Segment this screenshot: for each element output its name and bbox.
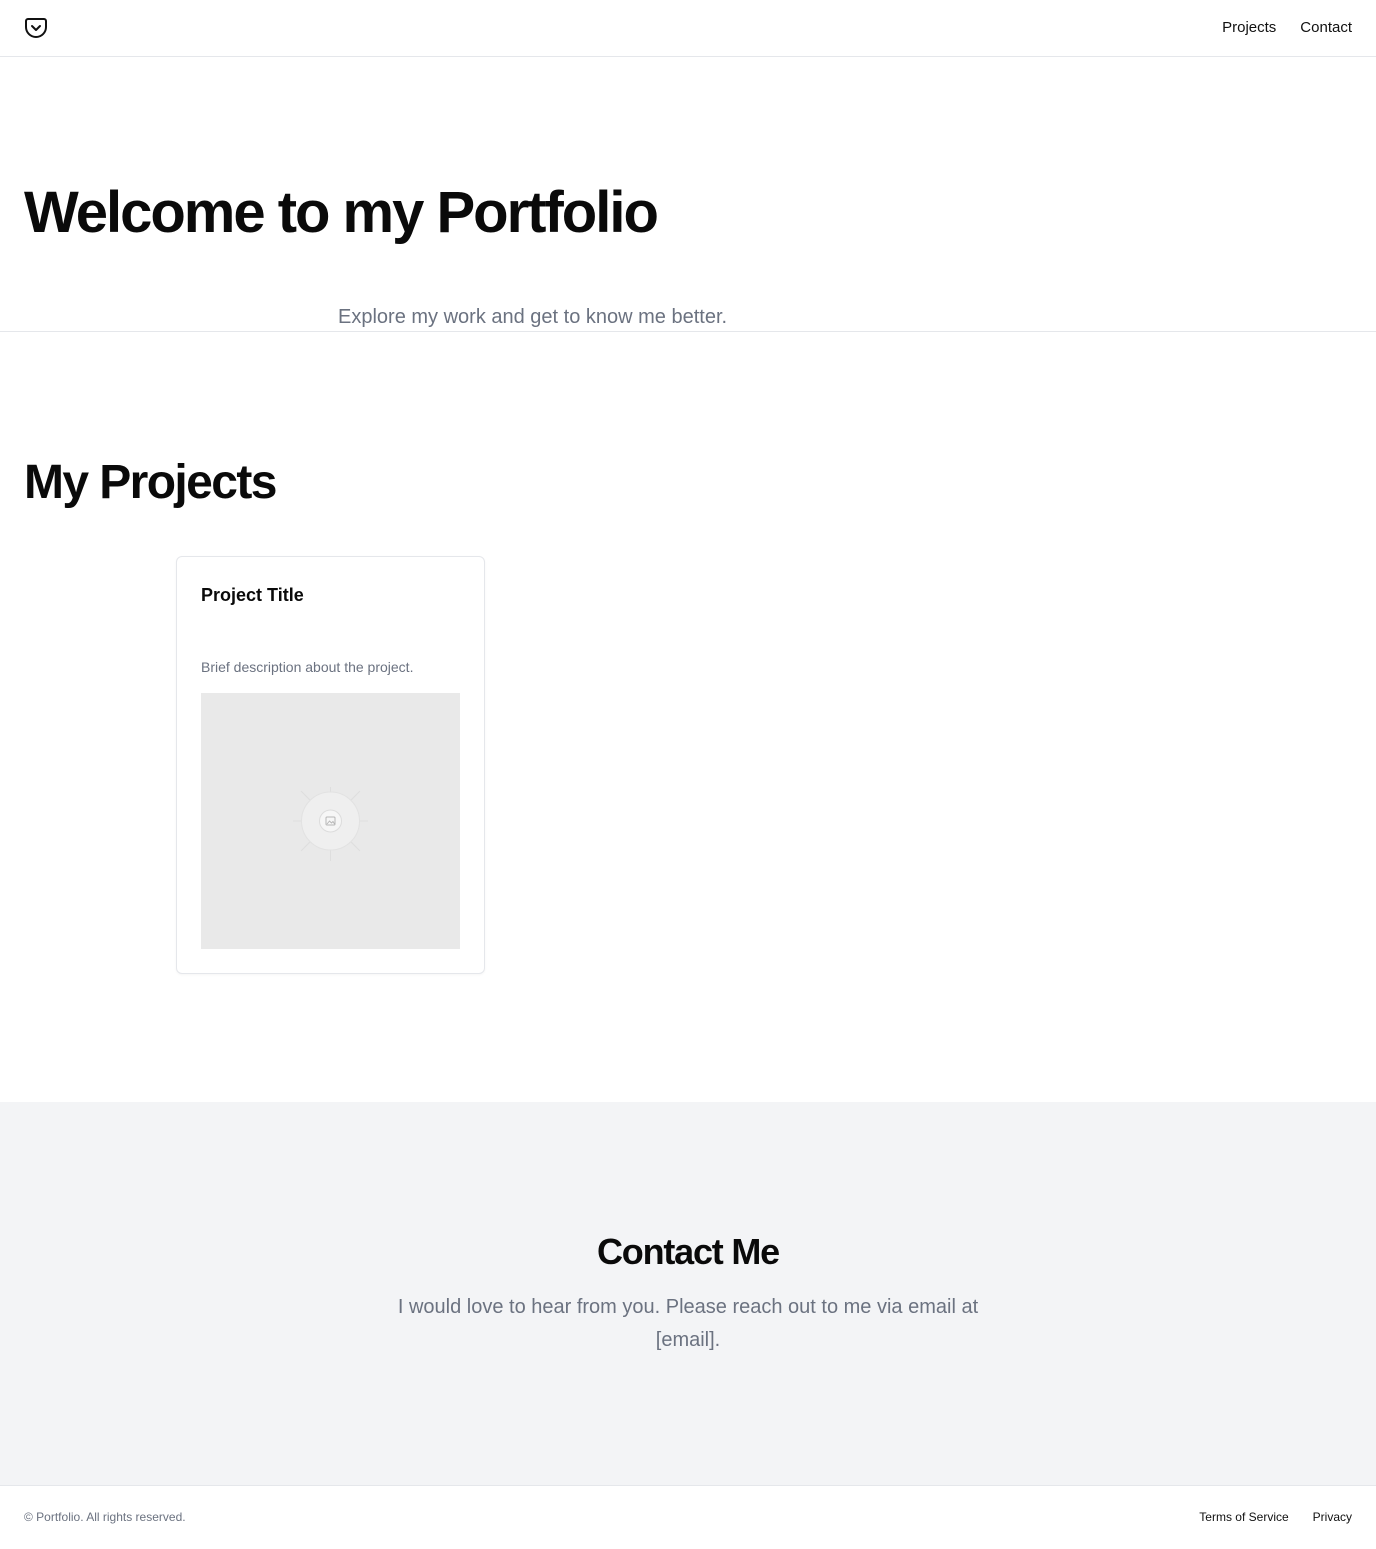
footer-navigation: Terms of Service Privacy: [1199, 1509, 1352, 1525]
hero-title: Welcome to my Portfolio: [24, 180, 659, 245]
section-divider: [0, 331, 1376, 332]
contact-section: Contact Me I would love to hear from you…: [0, 1102, 1376, 1485]
image-placeholder-icon: [293, 787, 368, 861]
project-card[interactable]: Project Title Brief description about th…: [176, 556, 485, 974]
project-title: Project Title: [201, 585, 304, 605]
copyright-text: © Portfolio. All rights reserved.: [24, 1510, 186, 1524]
top-navigation: Projects Contact: [1222, 18, 1352, 38]
footer-link-terms[interactable]: Terms of Service: [1199, 1509, 1288, 1525]
site-footer: © Portfolio. All rights reserved. Terms …: [0, 1485, 1376, 1549]
contact-text: I would love to hear from you. Please re…: [397, 1296, 979, 1351]
footer-link-privacy[interactable]: Privacy: [1313, 1509, 1352, 1525]
project-description: Brief description about the project.: [201, 659, 414, 675]
contact-heading: Contact Me: [596, 1231, 780, 1272]
nav-link-contact[interactable]: Contact: [1300, 18, 1352, 38]
project-image: [201, 693, 460, 949]
hero-subtitle: Explore my work and get to know me bette…: [338, 306, 728, 328]
pocket-icon: [24, 16, 48, 40]
logo-link[interactable]: [24, 16, 48, 40]
site-header: Projects Contact: [0, 0, 1376, 57]
nav-link-projects[interactable]: Projects: [1222, 18, 1276, 38]
projects-heading: My Projects: [24, 456, 277, 509]
